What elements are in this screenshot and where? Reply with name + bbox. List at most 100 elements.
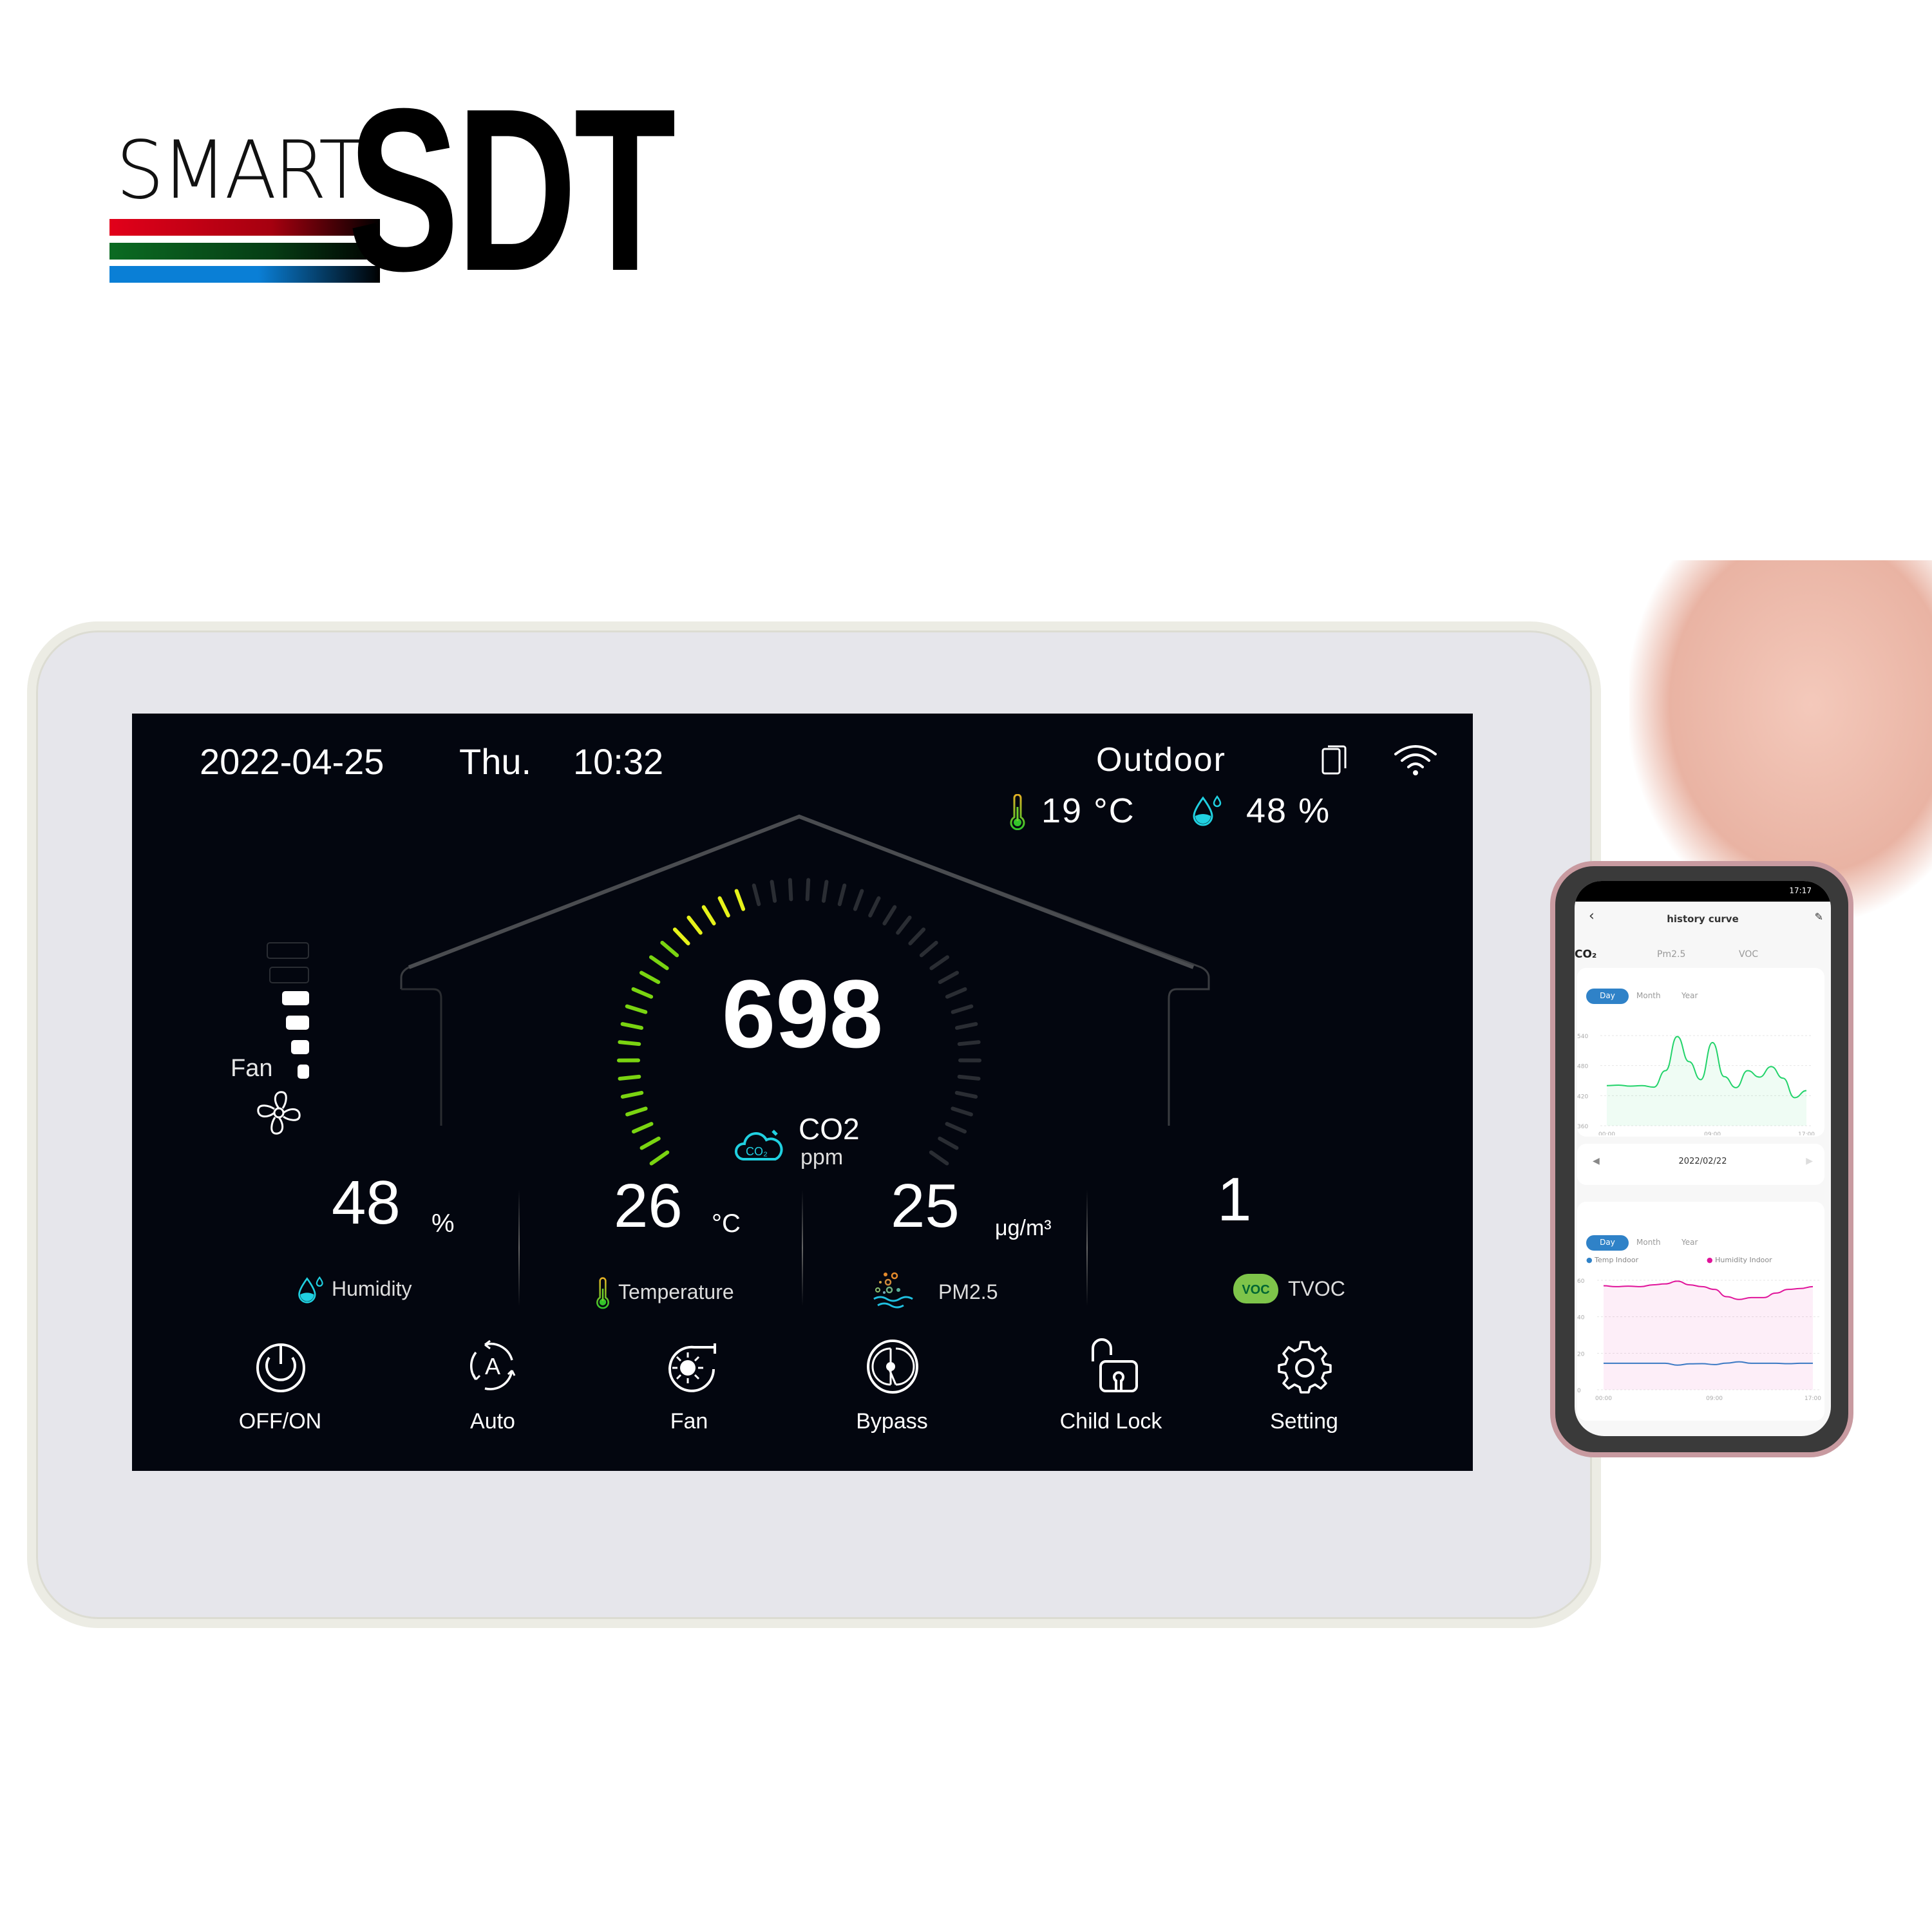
range-tab-day[interactable]: Day — [1586, 989, 1629, 1004]
gauge-tick-unlit — [882, 905, 897, 925]
temperature-unit: °C — [712, 1209, 741, 1238]
x-tick-label: 17:00 — [1798, 1132, 1815, 1135]
x-tick-label: 09:00 — [1706, 1396, 1723, 1402]
gauge-tick-unlit — [868, 896, 881, 918]
co2-history-chart: 360 420 480 540 00:00 09:00 17:00 — [1577, 1034, 1815, 1135]
auto-mode-button[interactable]: A Auto — [448, 1338, 538, 1454]
humidity-drop-icon — [298, 1276, 323, 1303]
logo-stripe-blue — [109, 266, 380, 283]
co2-label: CO2 — [799, 1112, 860, 1146]
gauge-tick-unlit — [951, 1106, 973, 1117]
y-tick-label: 0 — [1577, 1388, 1581, 1394]
range-tab-day[interactable]: Day — [1586, 1235, 1629, 1251]
gauge-tick-unlit — [853, 889, 864, 911]
series-area — [1607, 1036, 1806, 1126]
metric-tab-co2[interactable]: CO₂ — [1575, 948, 1596, 961]
power-label: OFF/ON — [238, 1409, 322, 1434]
range-tab-year[interactable]: Year — [1681, 1238, 1698, 1247]
logo-script-text: SMART — [116, 123, 365, 217]
setting-label: Setting — [1270, 1409, 1338, 1434]
gauge-tick-lit — [631, 1122, 654, 1134]
phone-status-bar: 17:17 — [1575, 881, 1831, 902]
pm25-value: 25 — [891, 1171, 960, 1240]
legend-humidity-label: Humidity Indoor — [1715, 1256, 1772, 1264]
voc-icon-text: VOC — [1242, 1283, 1270, 1297]
gauge-tick-unlit — [770, 880, 777, 903]
svg-text:CO₂: CO₂ — [746, 1145, 768, 1158]
gauge-tick-lit — [618, 1074, 641, 1081]
next-date-arrow-icon[interactable]: ▶ — [1806, 1156, 1813, 1166]
fan-mode-icon — [668, 1343, 716, 1392]
humidity-unit: % — [431, 1209, 455, 1238]
fan-level-bar-on — [291, 1040, 309, 1054]
fan-mode-button[interactable]: Fan — [644, 1338, 734, 1454]
date-nav-label: 2022/02/22 — [1678, 1157, 1727, 1166]
y-tick-label: 360 — [1577, 1124, 1588, 1130]
legend-temp-indoor: ● Temp Indoor — [1586, 1256, 1639, 1264]
gauge-tick-unlit — [929, 1150, 949, 1166]
series-area — [1604, 1281, 1813, 1390]
range-tab-month[interactable]: Month — [1636, 991, 1661, 1000]
power-button[interactable]: OFF/ON — [235, 1338, 325, 1454]
metric-tab-voc[interactable]: VOC — [1739, 949, 1758, 960]
fan-level-bar-on — [286, 1016, 309, 1030]
co2-cloud-icon: CO₂ — [735, 1130, 783, 1160]
gauge-tick-lit — [672, 927, 690, 945]
y-tick-label: 60 — [1577, 1278, 1585, 1285]
power-icon — [256, 1343, 305, 1392]
edit-pencil-icon[interactable]: ✎ — [1815, 911, 1823, 923]
gauge-tick-unlit — [821, 880, 829, 903]
gauge-tick-unlit — [788, 878, 793, 902]
fan-level-label: Fan — [231, 1055, 273, 1082]
bypass-icon — [867, 1340, 918, 1394]
fan-mode-label: Fan — [670, 1409, 708, 1434]
phone-title: history curve — [1667, 913, 1739, 925]
x-tick-label: 00:00 — [1598, 1132, 1615, 1135]
bypass-label: Bypass — [856, 1409, 928, 1434]
voc-cloud-icon: VOC — [1233, 1274, 1278, 1303]
legend-temp-label: Temp Indoor — [1595, 1256, 1639, 1264]
y-tick-label: 20 — [1577, 1351, 1585, 1358]
bypass-button[interactable]: Bypass — [847, 1338, 937, 1454]
gauge-tick-unlit — [957, 1074, 981, 1081]
tvoc-label: TVOC — [1288, 1277, 1345, 1300]
gauge-tick-lit — [639, 1136, 661, 1150]
gauge-tick-lit — [717, 896, 730, 918]
legend-humidity-indoor: ● Humidity Indoor — [1707, 1256, 1772, 1264]
fan-level-bar-on — [282, 991, 309, 1005]
pm25-unit: μg/m³ — [995, 1216, 1052, 1240]
reading-divider — [802, 1190, 803, 1306]
fan-level-bar-on — [298, 1065, 309, 1079]
gauge-tick-unlit — [896, 915, 912, 935]
logo-stripe-green — [109, 243, 380, 260]
range-tab-month[interactable]: Month — [1636, 1238, 1661, 1247]
auto-mode-icon: A — [469, 1340, 516, 1390]
reading-divider — [518, 1190, 520, 1306]
pm25-particles-icon — [873, 1272, 913, 1309]
status-bar-time: 17:17 — [1789, 886, 1812, 895]
gauge-tick-lit — [625, 1106, 648, 1117]
tvoc-value: 1 — [1217, 1165, 1252, 1234]
logo-mark-text: SDT — [348, 61, 676, 319]
y-tick-label: 420 — [1577, 1094, 1588, 1100]
gauge-tick-lit — [687, 915, 703, 935]
gauge-tick-unlit — [805, 878, 811, 902]
gauge-tick-lit — [660, 940, 679, 958]
fan-blade-icon — [257, 1091, 301, 1135]
reading-divider — [1086, 1190, 1088, 1306]
setting-button[interactable]: Setting — [1253, 1338, 1356, 1454]
gauge-tick-unlit — [908, 927, 926, 945]
gauge-tick-lit — [620, 1090, 644, 1099]
gauge-tick-lit — [734, 889, 746, 911]
temperature-value: 26 — [614, 1171, 683, 1240]
child-lock-button[interactable]: Child Lock — [1046, 1338, 1175, 1454]
metric-tab-pm25[interactable]: Pm2.5 — [1657, 949, 1685, 960]
auto-mode-label: Auto — [470, 1409, 515, 1434]
gauge-tick-unlit — [938, 1136, 959, 1150]
gauge-tick-unlit — [919, 940, 938, 958]
gauge-tick-unlit — [837, 883, 847, 907]
gauge-tick-lit — [701, 905, 716, 925]
temperature-label: Temperature — [618, 1280, 734, 1303]
x-tick-label: 09:00 — [1704, 1132, 1721, 1135]
range-tab-year[interactable]: Year — [1681, 991, 1698, 1000]
